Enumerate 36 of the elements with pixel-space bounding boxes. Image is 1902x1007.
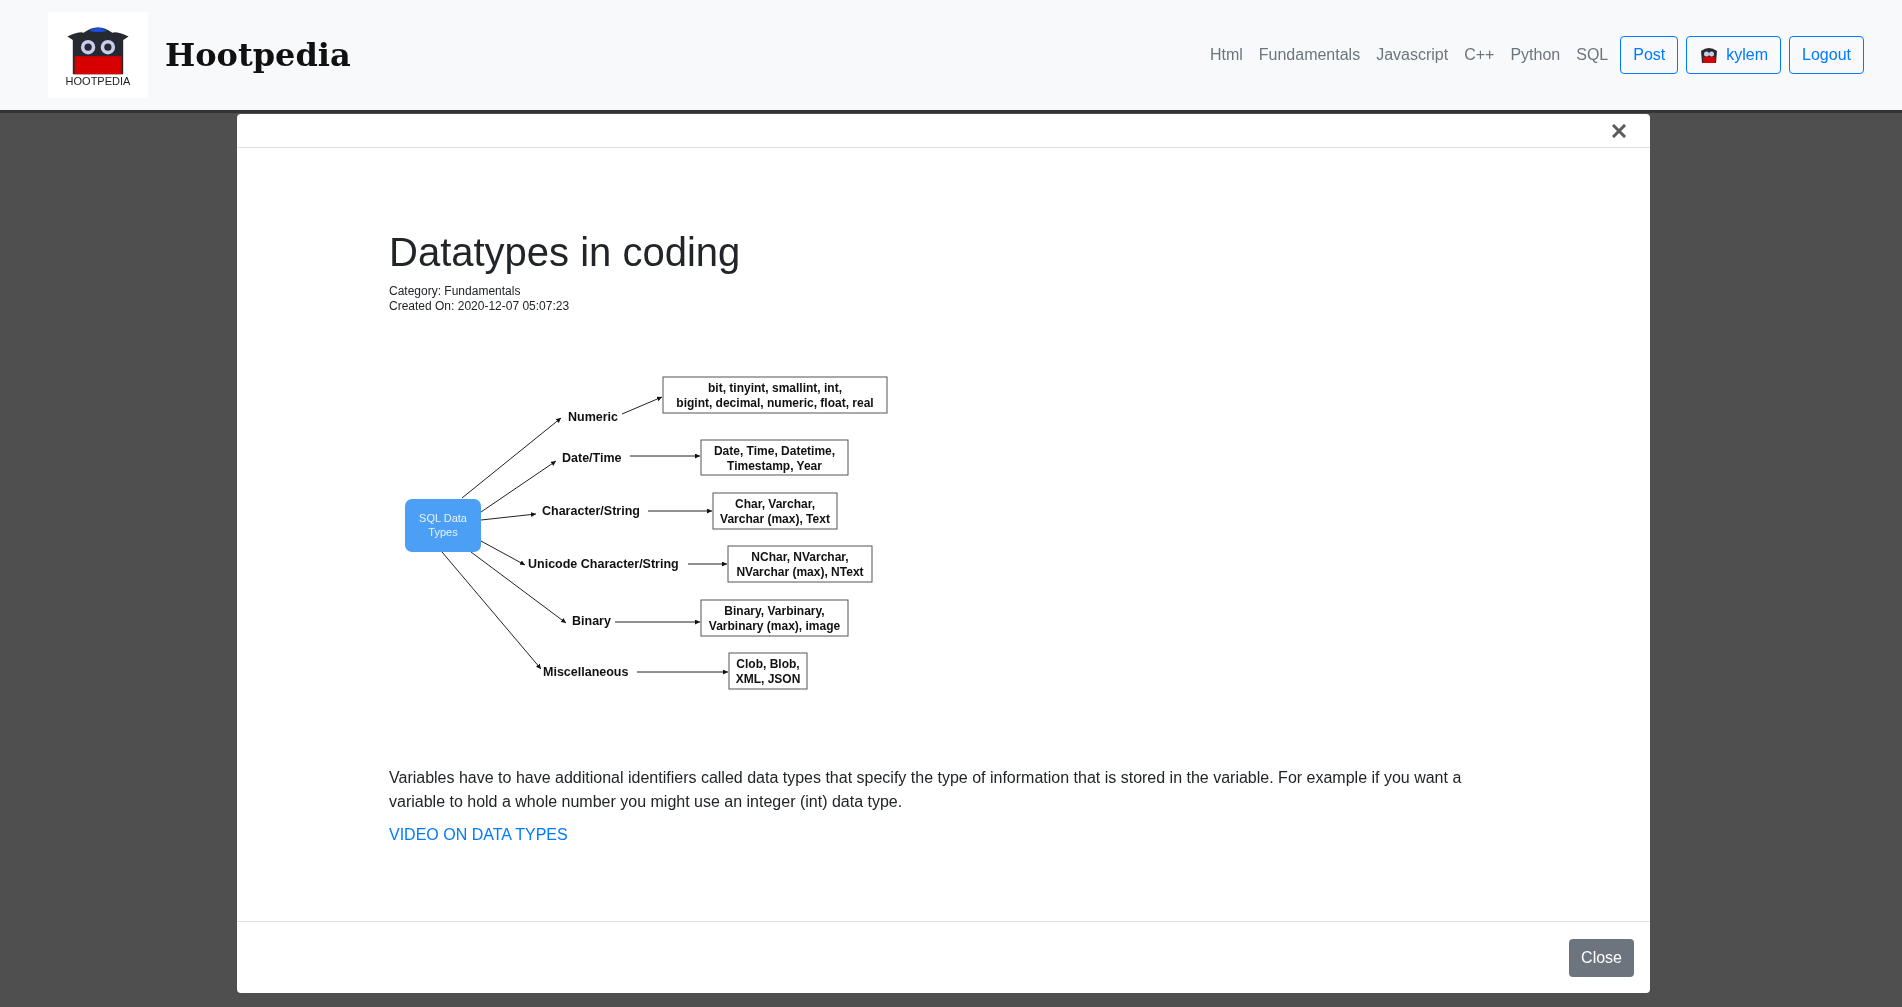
type-box: Clob, Blob, XML, JSON xyxy=(728,652,808,690)
branch-label: Miscellaneous xyxy=(543,665,629,679)
type-box: NChar, NVarchar, NVarchar (max), NText xyxy=(727,545,873,583)
close-icon[interactable] xyxy=(1612,123,1626,138)
branch-label: Unicode Character/String xyxy=(528,557,679,571)
logout-button[interactable]: Logout xyxy=(1789,36,1864,74)
type-box: Char, Varchar, Varchar (max), Text xyxy=(712,492,838,530)
arrow xyxy=(687,561,728,567)
arrow xyxy=(647,508,713,514)
category-text: Category: Fundamentals xyxy=(389,284,522,299)
post-button[interactable]: Post xyxy=(1620,36,1679,74)
type-box: Binary, Varbinary, Varbinary (max), image xyxy=(700,599,849,637)
video-link[interactable]: VIDEO ON DATA TYPES xyxy=(389,826,568,843)
nav-link[interactable]: Fundamentals xyxy=(1250,46,1369,64)
nav-link[interactable]: Html xyxy=(1201,46,1251,64)
branch-label: Date/Time xyxy=(562,451,622,465)
arrow xyxy=(629,453,701,459)
branch-label: Binary xyxy=(572,614,611,628)
nav-link[interactable]: SQL xyxy=(1568,46,1617,64)
nav-link[interactable]: Python xyxy=(1502,46,1569,64)
logo-text: HOOTPEDIA xyxy=(65,75,131,87)
profile-button[interactable]: kylem xyxy=(1686,36,1782,74)
created-date-text: Created On: 2020-12-07 05:07:23 xyxy=(389,299,571,314)
root-node: SQL Data Types xyxy=(405,499,481,552)
post-body-text: Variables have to have additional identifiers called data types that specify the type of information that is stored in the variable. For example if you want a variable to hold a whole number you might use an integer (int) data type. xyxy=(389,768,1463,812)
arrow xyxy=(621,396,663,415)
post-heading: Datatypes in coding xyxy=(389,230,742,274)
owl-icon xyxy=(1699,47,1720,63)
branch-label: Numeric xyxy=(568,410,619,424)
close-button[interactable]: Close xyxy=(1569,938,1634,977)
nav-link[interactable]: C++ xyxy=(1456,46,1503,64)
type-box: bit, tinyint, smallint, int, bigint, decimal, numeric, float, real xyxy=(662,376,888,414)
type-box: Date, Time, Datetime, Timestamp, Year xyxy=(700,439,849,476)
site-title[interactable]: Hootpedia xyxy=(165,36,351,74)
branch-label: Character/String xyxy=(542,504,640,518)
nav-link[interactable]: Javascript xyxy=(1368,46,1457,64)
